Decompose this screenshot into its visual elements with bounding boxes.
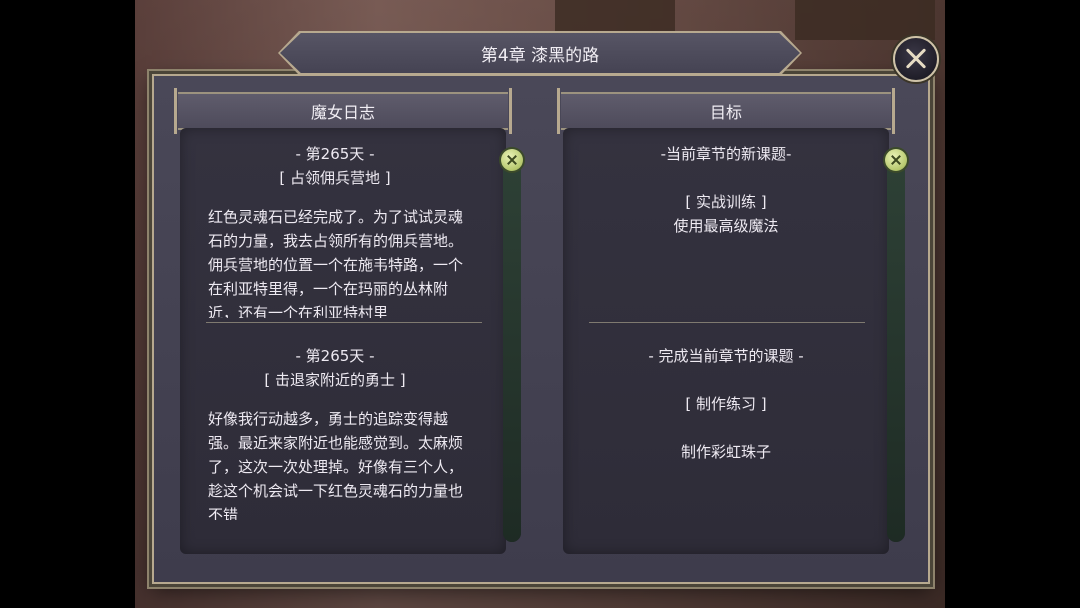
diary-scroll-track[interactable] (503, 150, 521, 542)
completed-goal-task: [ 制作练习 ] (685, 395, 767, 413)
diary-text: 好像我行动越多，勇士的追踪变得越强。最近来家附近也能感觉到。太麻烦了，这次一次处… (208, 410, 464, 520)
current-goal-desc: 使用最高级魔法 (673, 217, 779, 235)
objective-list[interactable]: -当前章节的新课题- [ 实战训练 ] 使用最高级魔法 - 完成当前章节的课题 … (563, 128, 889, 554)
objective-scroll-thumb[interactable] (887, 150, 905, 542)
completed-goal: - 完成当前章节的课题 - [ 制作练习 ] 制作彩虹珠子 (563, 344, 889, 464)
scroll-knob-icon[interactable] (501, 149, 523, 171)
diary-divider (206, 322, 482, 323)
objective-panel: 目标 -当前章节的新课题- [ 实战训练 ] 使用最高级魔法 - 完成当前章节的… (555, 88, 895, 556)
witch-diary-header: 魔女日志 (174, 88, 512, 134)
diary-scroll-thumb[interactable] (503, 150, 521, 542)
diary-subtitle: [ 击退家附近的勇士 ] (264, 371, 406, 389)
completed-goal-desc: 制作彩虹珠子 (680, 443, 771, 461)
scroll-knob-icon[interactable] (885, 149, 907, 171)
diary-day: - 第265天 - (295, 145, 375, 163)
background-table (795, 0, 935, 40)
completed-goal-title: - 完成当前章节的课题 - (648, 347, 804, 365)
close-button[interactable] (893, 36, 939, 82)
chapter-title: 第4章 漆黑的路 (280, 33, 800, 73)
current-goal-title: -当前章节的新课题- (660, 145, 792, 163)
diary-entry: - 第265天 - [ 占领佣兵营地 ] 红色灵魂石已经完成了。为了试试灵魂石的… (180, 142, 490, 318)
current-goal-task: [ 实战训练 ] (685, 193, 767, 211)
diary-day: - 第265天 - (295, 347, 375, 365)
objective-scroll-track[interactable] (887, 150, 905, 542)
witch-diary-panel: 魔女日志 - 第265天 - [ 占领佣兵营地 ] 红色灵魂石已经完成了。为了试… (172, 88, 512, 556)
objective-divider (589, 322, 865, 323)
current-goal: -当前章节的新课题- [ 实战训练 ] 使用最高级魔法 (563, 142, 889, 238)
diary-entry: - 第265天 - [ 击退家附近的勇士 ] 好像我行动越多，勇士的追踪变得越强… (180, 344, 490, 520)
objective-header: 目标 (557, 88, 895, 134)
diary-subtitle: [ 占领佣兵营地 ] (279, 169, 391, 187)
diary-text: 红色灵魂石已经完成了。为了试试灵魂石的力量，我去占领所有的佣兵营地。佣兵营地的位… (208, 208, 464, 318)
diary-list[interactable]: - 第265天 - [ 占领佣兵营地 ] 红色灵魂石已经完成了。为了试试灵魂石的… (180, 128, 506, 554)
